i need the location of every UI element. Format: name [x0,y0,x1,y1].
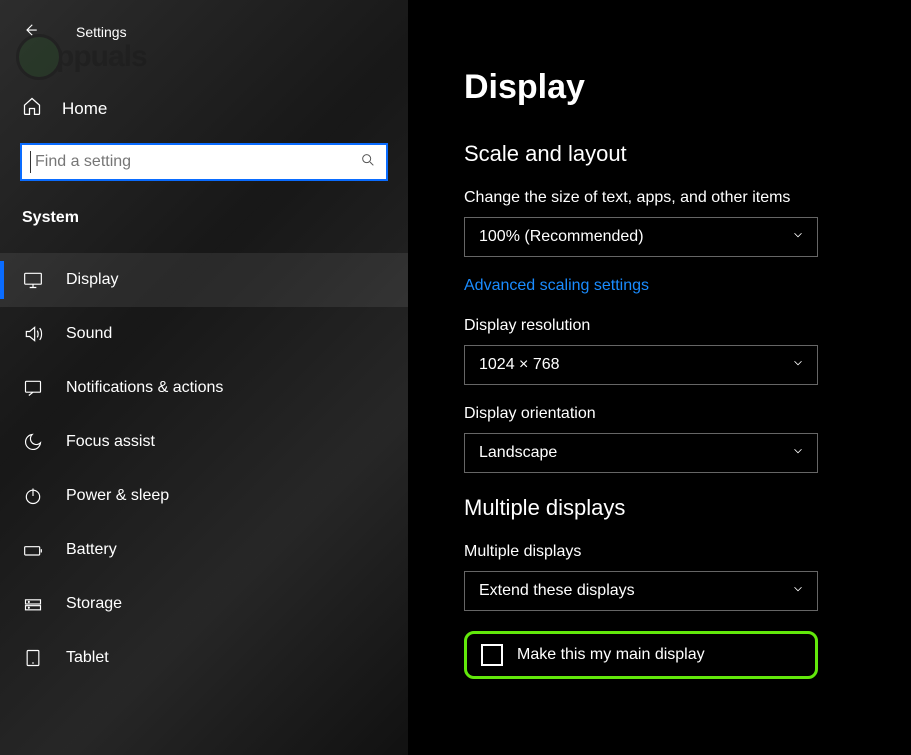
scale-section-title: Scale and layout [464,141,871,167]
chevron-down-icon [791,444,805,463]
back-button[interactable] [12,14,48,50]
resolution-dropdown[interactable]: 1024 × 768 [464,345,818,385]
titlebar: Settings [0,0,408,58]
window-title: Settings [76,24,127,40]
scale-label: Change the size of text, apps, and other… [464,189,871,207]
main-display-checkbox-row[interactable]: Make this my main display [464,631,818,679]
home-icon [22,96,42,121]
nav-label: Power & sleep [66,487,169,505]
orientation-label: Display orientation [464,405,871,423]
nav-item-focus-assist[interactable]: Focus assist [0,415,408,469]
back-arrow-icon [21,21,39,44]
chevron-down-icon [791,582,805,601]
home-label: Home [62,99,107,119]
sound-icon [22,323,44,345]
storage-icon [22,593,44,615]
scale-dropdown[interactable]: 100% (Recommended) [464,217,818,257]
nav-label: Battery [66,541,117,559]
nav-item-power-sleep[interactable]: Power & sleep [0,469,408,523]
advanced-scaling-link[interactable]: Advanced scaling settings [464,277,649,295]
nav-label: Display [66,271,118,289]
nav-item-tablet[interactable]: Tablet [0,631,408,685]
orientation-dropdown[interactable]: Landscape [464,433,818,473]
search-container [0,131,408,199]
nav-label: Notifications & actions [66,379,223,397]
nav-list: Display Sound Notifications & actions Fo… [0,253,408,685]
chevron-down-icon [791,356,805,375]
power-icon [22,485,44,507]
notifications-icon [22,377,44,399]
focus-assist-icon [22,431,44,453]
section-header: System [0,199,408,241]
text-cursor [30,151,31,173]
multiple-label: Multiple displays [464,543,871,561]
tablet-icon [22,647,44,669]
battery-icon [22,539,44,561]
orientation-value: Landscape [479,444,557,462]
multiple-value: Extend these displays [479,582,635,600]
page-title: Display [464,68,871,107]
nav-item-battery[interactable]: Battery [0,523,408,577]
nav-label: Storage [66,595,122,613]
nav-item-display[interactable]: Display [0,253,408,307]
search-input[interactable] [35,153,360,171]
nav-label: Sound [66,325,112,343]
nav-item-sound[interactable]: Sound [0,307,408,361]
scale-value: 100% (Recommended) [479,228,644,246]
nav-label: Focus assist [66,433,155,451]
nav-label: Tablet [66,649,109,667]
multiple-section-title: Multiple displays [464,495,871,521]
chevron-down-icon [791,228,805,247]
multiple-displays-dropdown[interactable]: Extend these displays [464,571,818,611]
content-pane: Display Scale and layout Change the size… [408,0,911,755]
search-icon [360,152,376,173]
resolution-label: Display resolution [464,317,871,335]
search-box[interactable] [20,143,388,181]
main-display-label: Make this my main display [517,646,705,664]
display-icon [22,269,44,291]
main-display-checkbox[interactable] [481,644,503,666]
sidebar: Settings ppuals Home System Display [0,0,408,755]
nav-item-notifications[interactable]: Notifications & actions [0,361,408,415]
home-button[interactable]: Home [0,86,408,131]
nav-item-storage[interactable]: Storage [0,577,408,631]
resolution-value: 1024 × 768 [479,356,560,374]
